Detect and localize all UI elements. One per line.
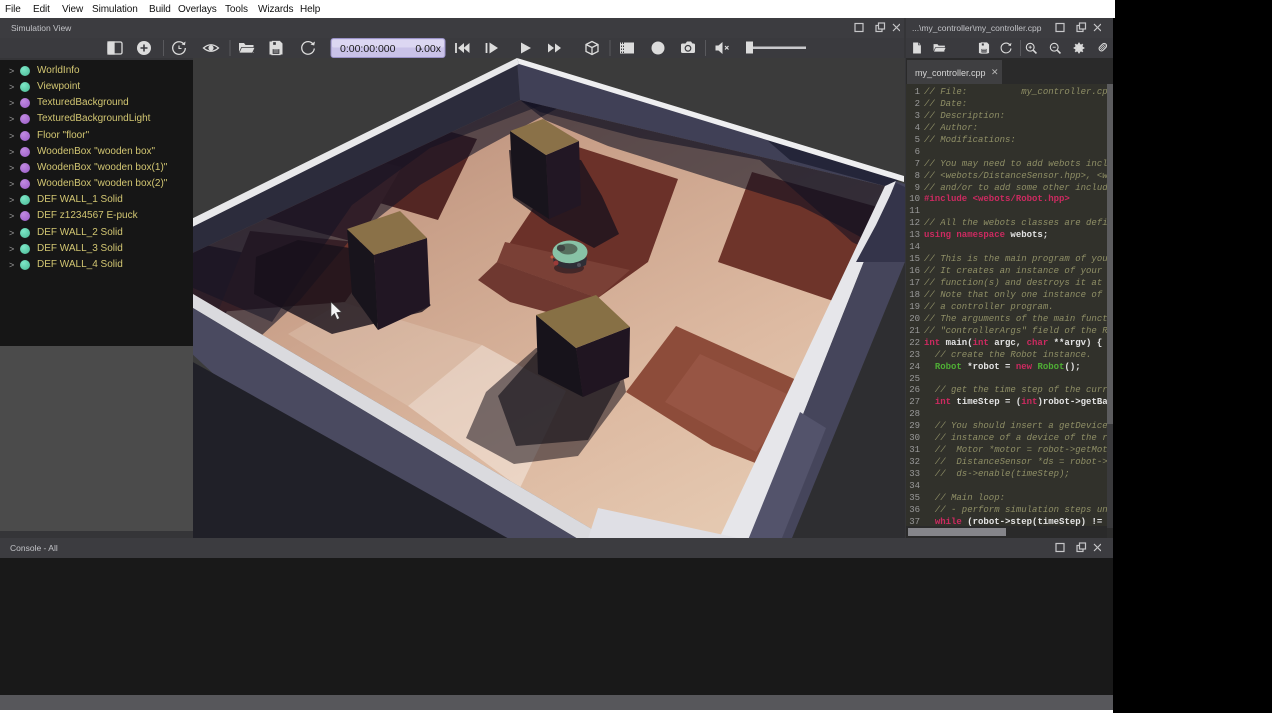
svg-text:0.00x: 0.00x bbox=[415, 43, 441, 55]
svg-text:0:00:00:000: 0:00:00:000 bbox=[340, 43, 396, 55]
